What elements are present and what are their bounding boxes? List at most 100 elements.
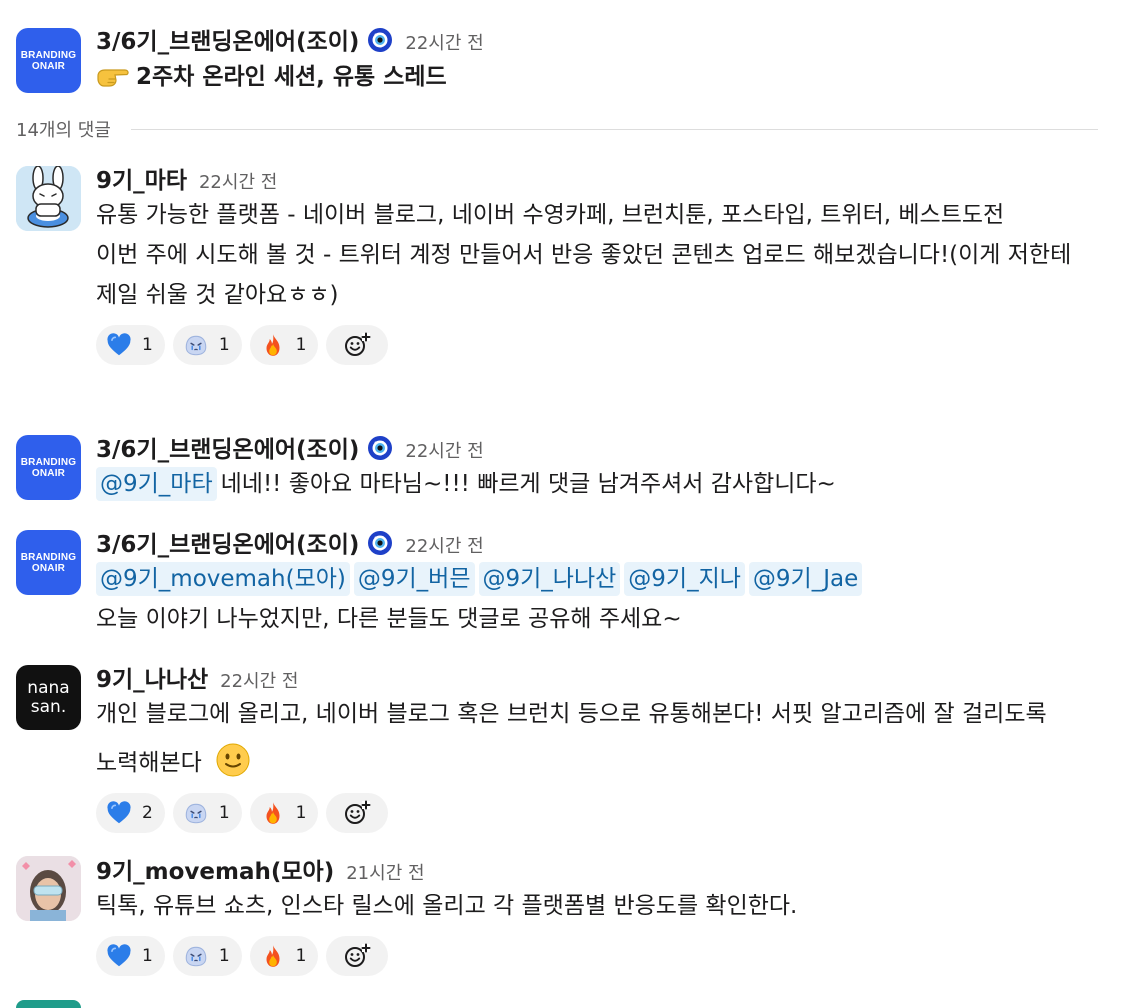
- reply-count: 14개의 댓글: [16, 120, 111, 141]
- avatar-text-line: nana: [27, 677, 70, 698]
- user-mention[interactable]: @9기_movemah(모아): [96, 562, 350, 596]
- fire-icon: [260, 943, 286, 969]
- reaction-pill[interactable]: 1: [96, 936, 165, 976]
- avatar[interactable]: nana san.: [16, 665, 81, 730]
- reaction-pill[interactable]: 1: [172, 936, 242, 976]
- add-reaction-icon: [343, 331, 371, 359]
- user-photo-icon: [16, 856, 81, 921]
- reply-count-divider: 14개의 댓글: [16, 116, 1098, 142]
- divider-line: [130, 128, 1098, 130]
- root-title: 2주차 온라인 세션, 유통 스레드: [136, 64, 447, 90]
- reaction-bar: 2 1 1: [96, 793, 1108, 833]
- message-header: 3/6기_브랜딩온에어(조이) 22시간 전: [96, 430, 1108, 464]
- reaction-count: 1: [218, 335, 230, 355]
- add-reaction-button[interactable]: [326, 325, 389, 365]
- timestamp[interactable]: 21시간 전: [346, 859, 424, 885]
- reaction-count: 1: [295, 803, 307, 823]
- message-text: 개인 블로그에 올리고, 네이버 블로그 혹은 브런치 등으로 유통해본다! 서…: [96, 694, 1108, 783]
- mention-line: @9기_movemah(모아) @9기_버믄 @9기_나나산 @9기_지나 @9기_Ja…: [96, 559, 1108, 599]
- author-name[interactable]: 3/6기_브랜딩온에어(조이): [96, 430, 359, 464]
- reply-message: 9기_movemah(모아) 21시간 전 틱톡, 유튜브 쇼츠, 인스타 릴스…: [0, 852, 1128, 976]
- slightly-smiling-face-icon: [215, 742, 251, 778]
- message-line: 이번 주에 시도해 볼 것 - 트위터 계정 만들어서 반응 좋았던 콘텐츠 업…: [96, 242, 1072, 308]
- nazar-amulet-icon: [367, 435, 393, 461]
- crying-blob-icon: [183, 800, 209, 826]
- message-body: 오늘 이야기 나누었지만, 다른 분들도 댓글로 공유해 주세요~: [96, 606, 682, 632]
- reply-message: nana san. 9기_나나산 22시간 전 개인 블로그에 올리고, 네이버…: [0, 660, 1128, 833]
- reaction-count: 1: [295, 335, 307, 355]
- author-name[interactable]: 3/6기_브랜딩온에어(조이): [96, 22, 359, 56]
- author-name[interactable]: 9기_movemah(모아): [96, 852, 334, 886]
- user-mention[interactable]: @9기_지나: [624, 562, 745, 596]
- author-name[interactable]: 3/6기_브랜딩온에어(조이): [96, 525, 359, 559]
- message-line: 유통 가능한 플랫폼 - 네이버 블로그, 네이버 수영카페, 브런치툰, 포스…: [96, 202, 1005, 228]
- message-text: @9기_movemah(모아) @9기_버믄 @9기_나나산 @9기_지나 @9기_Ja…: [96, 559, 1108, 639]
- nazar-amulet-icon: [367, 530, 393, 556]
- avatar-text-line: BRANDING: [20, 456, 77, 468]
- timestamp[interactable]: 22시간 전: [405, 532, 483, 558]
- nazar-amulet-icon: [367, 27, 393, 53]
- message-text: 유통 가능한 플랫폼 - 네이버 블로그, 네이버 수영카페, 브런치툰, 포스…: [96, 195, 1108, 315]
- blue-heart-icon: [106, 800, 132, 826]
- avatar[interactable]: BRANDING ONAIR: [16, 530, 81, 595]
- timestamp[interactable]: 22시간 전: [199, 168, 277, 194]
- timestamp[interactable]: 22시간 전: [405, 437, 483, 463]
- avatar-text-line: BRANDING: [20, 551, 77, 563]
- add-reaction-icon: [343, 942, 371, 970]
- add-reaction-icon: [343, 799, 371, 827]
- reaction-pill[interactable]: 2: [96, 793, 165, 833]
- avatar-text-line: ONAIR: [31, 562, 66, 574]
- author-name[interactable]: 9기_나나산: [96, 660, 208, 694]
- bunny-avatar-icon: [16, 166, 81, 231]
- user-mention[interactable]: @9기_Jae: [748, 562, 863, 596]
- timestamp[interactable]: 22시간 전: [405, 29, 483, 55]
- add-reaction-button[interactable]: [326, 793, 389, 833]
- reaction-count: 1: [218, 946, 230, 966]
- reaction-bar: 1 1 1: [96, 325, 1108, 365]
- author-name[interactable]: 9기_마타: [96, 161, 187, 195]
- root-message: BRANDING ONAIR 3/6기_브랜딩온에어(조이) 22시간 전 2주…: [0, 22, 1128, 97]
- message-body: 틱톡, 유튜브 쇼츠, 인스타 릴스에 올리고 각 플랫폼별 반응도를 확인한다…: [96, 893, 798, 919]
- reaction-count: 1: [142, 335, 153, 355]
- user-mention[interactable]: @9기_마타: [96, 467, 217, 501]
- avatar-text-line: ONAIR: [31, 467, 66, 479]
- message-header: 3/6기_브랜딩온에어(조이) 22시간 전: [96, 525, 1108, 559]
- reply-message: BRANDING ONAIR 3/6기_브랜딩온에어(조이) 22시간 전 @9…: [0, 430, 1128, 504]
- crying-blob-icon: [183, 332, 209, 358]
- reaction-pill[interactable]: 1: [249, 793, 319, 833]
- reply-message: 9기_마타 22시간 전 유통 가능한 플랫폼 - 네이버 블로그, 네이버 수…: [0, 161, 1128, 365]
- reaction-bar: 1 1 1: [96, 936, 1108, 976]
- crying-blob-icon: [183, 943, 209, 969]
- reaction-pill[interactable]: 1: [249, 936, 319, 976]
- reaction-count: 2: [142, 803, 153, 823]
- reply-message: BRANDING ONAIR 3/6기_브랜딩온에어(조이) 22시간 전 @9…: [0, 525, 1128, 639]
- reaction-count: 1: [218, 803, 230, 823]
- reaction-count: 1: [295, 946, 307, 966]
- message-text: 2주차 온라인 세션, 유통 스레드: [96, 56, 1108, 97]
- fire-icon: [260, 800, 286, 826]
- avatar-text-line: ONAIR: [31, 60, 66, 72]
- fire-icon: [260, 332, 286, 358]
- avatar[interactable]: [16, 856, 81, 921]
- timestamp[interactable]: 22시간 전: [220, 667, 298, 693]
- avatar[interactable]: BRANDING ONAIR: [16, 435, 81, 500]
- reaction-pill[interactable]: 1: [172, 793, 242, 833]
- reaction-count: 1: [142, 946, 153, 966]
- avatar[interactable]: BRANDING ONAIR: [16, 28, 81, 93]
- avatar[interactable]: [16, 1000, 81, 1008]
- blue-heart-icon: [106, 332, 132, 358]
- reaction-pill[interactable]: 1: [249, 325, 319, 365]
- reaction-pill[interactable]: 1: [172, 325, 242, 365]
- user-mention[interactable]: @9기_버믄: [353, 562, 475, 596]
- reaction-pill[interactable]: 1: [96, 325, 165, 365]
- user-mention[interactable]: @9기_나나산: [478, 562, 621, 596]
- message-header: 9기_마타 22시간 전: [96, 161, 1108, 195]
- add-reaction-button[interactable]: [326, 936, 389, 976]
- avatar-text-line: BRANDING: [20, 49, 77, 61]
- blue-heart-icon: [106, 943, 132, 969]
- message-header: 9기_movemah(모아) 21시간 전: [96, 852, 1108, 886]
- pointing-finger-icon: [96, 62, 136, 103]
- message-header: 3/6기_브랜딩온에어(조이) 22시간 전: [96, 22, 1108, 56]
- avatar[interactable]: [16, 166, 81, 231]
- message-text: @9기_마타 네네!! 좋아요 마타님~!!! 빠르게 댓글 남겨주셔서 감사합니…: [96, 464, 1108, 504]
